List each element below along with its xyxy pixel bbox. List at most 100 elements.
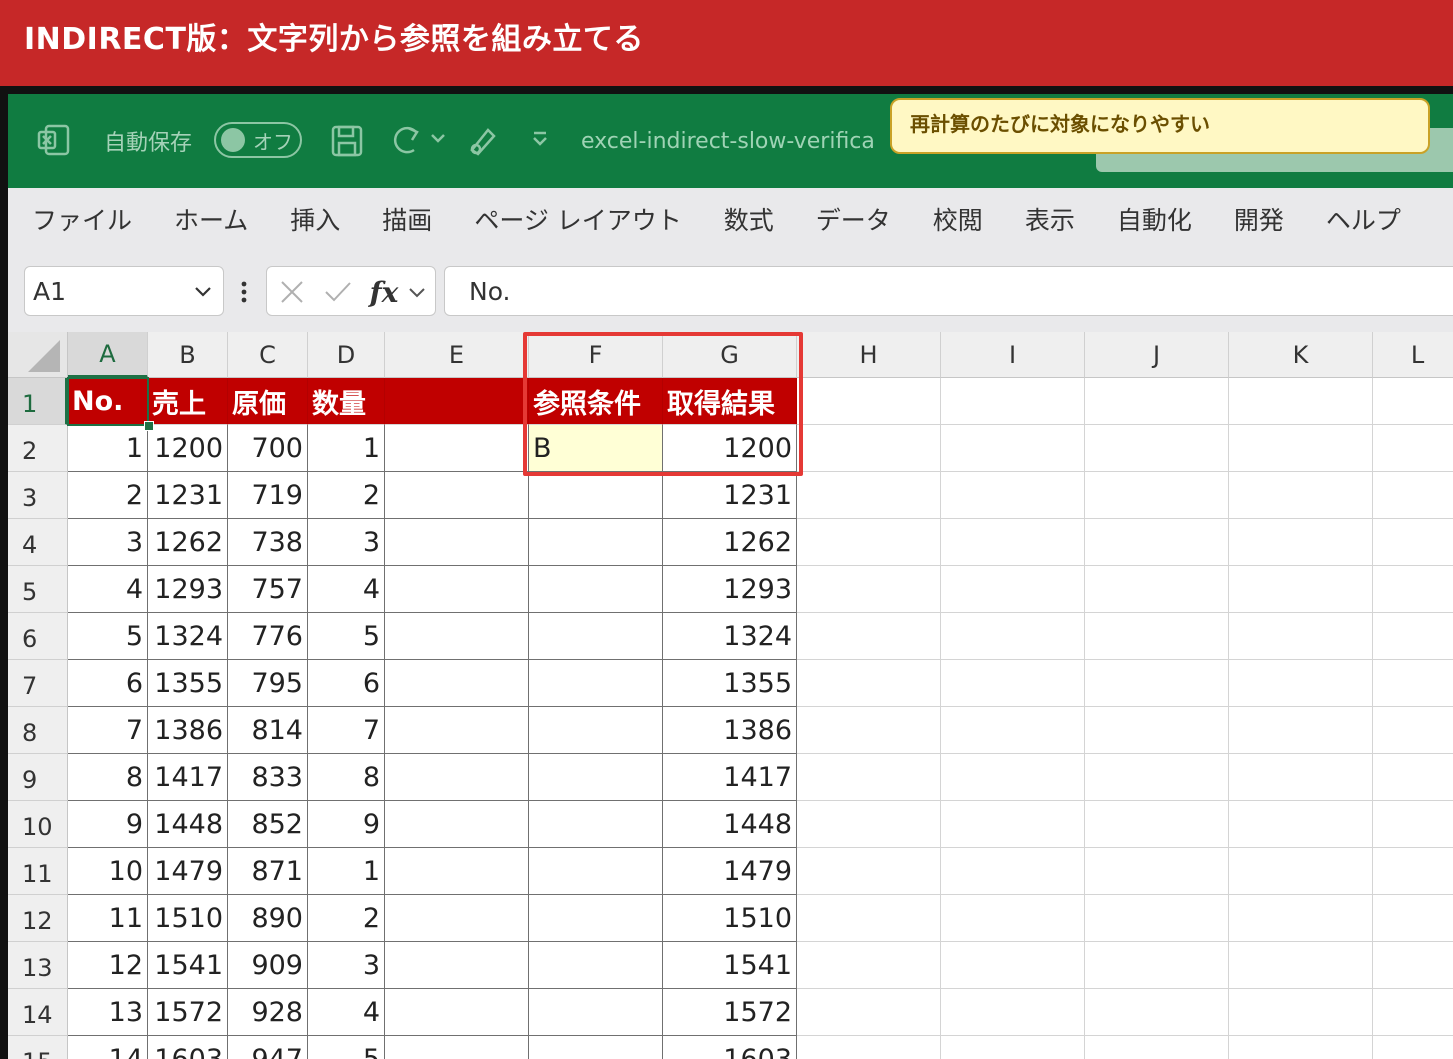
cell-g14[interactable]: 1572	[663, 989, 797, 1036]
cell-b5[interactable]: 1293	[148, 566, 228, 613]
cell-l12[interactable]	[1373, 895, 1453, 942]
cell-a3[interactable]: 2	[68, 472, 148, 519]
cell-h11[interactable]	[797, 848, 941, 895]
cell-e3[interactable]	[385, 472, 529, 519]
cell-f10[interactable]	[529, 801, 663, 848]
cell-j9[interactable]	[1085, 754, 1229, 801]
cell-k1[interactable]	[1229, 378, 1373, 425]
tab-file[interactable]: ファイル	[8, 201, 150, 237]
customize-toolbar-icon[interactable]	[530, 128, 550, 148]
row-header-11[interactable]: 11	[8, 848, 68, 895]
cell-c15[interactable]: 947	[228, 1036, 308, 1059]
cell-l8[interactable]	[1373, 707, 1453, 754]
cell-a4[interactable]: 3	[68, 519, 148, 566]
cell-d5[interactable]: 4	[308, 566, 385, 613]
cell-k12[interactable]	[1229, 895, 1373, 942]
cell-f7[interactable]	[529, 660, 663, 707]
cell-l14[interactable]	[1373, 989, 1453, 1036]
cell-k11[interactable]	[1229, 848, 1373, 895]
row-header-2[interactable]: 2	[8, 425, 68, 472]
row-header-12[interactable]: 12	[8, 895, 68, 942]
cell-d14[interactable]: 4	[308, 989, 385, 1036]
cell-e5[interactable]	[385, 566, 529, 613]
cell-d8[interactable]: 7	[308, 707, 385, 754]
cell-d9[interactable]: 8	[308, 754, 385, 801]
cell-g10[interactable]: 1448	[663, 801, 797, 848]
cell-b6[interactable]: 1324	[148, 613, 228, 660]
cell-l4[interactable]	[1373, 519, 1453, 566]
tab-page-layout[interactable]: ページ レイアウト	[450, 201, 699, 237]
row-header-4[interactable]: 4	[8, 519, 68, 566]
cell-e8[interactable]	[385, 707, 529, 754]
cell-b13[interactable]: 1541	[148, 942, 228, 989]
cell-k13[interactable]	[1229, 942, 1373, 989]
cell-a12[interactable]: 11	[68, 895, 148, 942]
cell-l6[interactable]	[1373, 613, 1453, 660]
cell-g5[interactable]: 1293	[663, 566, 797, 613]
cell-e6[interactable]	[385, 613, 529, 660]
fill-handle[interactable]	[144, 421, 154, 431]
column-header-d[interactable]: D	[308, 332, 385, 378]
cell-b15[interactable]: 1603	[148, 1036, 228, 1059]
cell-i10[interactable]	[941, 801, 1085, 848]
cell-i12[interactable]	[941, 895, 1085, 942]
cell-k6[interactable]	[1229, 613, 1373, 660]
cell-e14[interactable]	[385, 989, 529, 1036]
cell-a8[interactable]: 7	[68, 707, 148, 754]
cell-d4[interactable]: 3	[308, 519, 385, 566]
row-header-7[interactable]: 7	[8, 660, 68, 707]
cell-j4[interactable]	[1085, 519, 1229, 566]
cell-g2[interactable]: 1200	[663, 425, 797, 472]
cell-g6[interactable]: 1324	[663, 613, 797, 660]
name-box[interactable]: A1	[24, 266, 224, 316]
cell-f6[interactable]	[529, 613, 663, 660]
tab-view[interactable]: 表示	[1001, 201, 1093, 237]
cell-d13[interactable]: 3	[308, 942, 385, 989]
cell-k3[interactable]	[1229, 472, 1373, 519]
cell-c9[interactable]: 833	[228, 754, 308, 801]
cell-f9[interactable]	[529, 754, 663, 801]
cell-i11[interactable]	[941, 848, 1085, 895]
cell-b10[interactable]: 1448	[148, 801, 228, 848]
row-header-3[interactable]: 3	[8, 472, 68, 519]
tab-review[interactable]: 校閲	[909, 201, 1001, 237]
cell-g3[interactable]: 1231	[663, 472, 797, 519]
cell-f1[interactable]: 参照条件	[529, 378, 663, 425]
cell-h14[interactable]	[797, 989, 941, 1036]
cell-k2[interactable]	[1229, 425, 1373, 472]
cell-i15[interactable]	[941, 1036, 1085, 1059]
cell-l15[interactable]	[1373, 1036, 1453, 1059]
cell-j3[interactable]	[1085, 472, 1229, 519]
cell-f5[interactable]	[529, 566, 663, 613]
cell-j12[interactable]	[1085, 895, 1229, 942]
cell-e4[interactable]	[385, 519, 529, 566]
cell-h8[interactable]	[797, 707, 941, 754]
cell-d11[interactable]: 1	[308, 848, 385, 895]
column-header-j[interactable]: J	[1085, 332, 1229, 378]
cell-c14[interactable]: 928	[228, 989, 308, 1036]
cell-k10[interactable]	[1229, 801, 1373, 848]
cell-k14[interactable]	[1229, 989, 1373, 1036]
row-header-1[interactable]: 1	[8, 378, 68, 425]
cell-l1[interactable]	[1373, 378, 1453, 425]
row-header-9[interactable]: 9	[8, 754, 68, 801]
cell-i6[interactable]	[941, 613, 1085, 660]
cell-e13[interactable]	[385, 942, 529, 989]
cell-d10[interactable]: 9	[308, 801, 385, 848]
cell-e7[interactable]	[385, 660, 529, 707]
cell-h15[interactable]	[797, 1036, 941, 1059]
column-header-k[interactable]: K	[1229, 332, 1373, 378]
cell-l9[interactable]	[1373, 754, 1453, 801]
cell-f12[interactable]	[529, 895, 663, 942]
cell-h1[interactable]	[797, 378, 941, 425]
cell-c3[interactable]: 719	[228, 472, 308, 519]
cell-l10[interactable]	[1373, 801, 1453, 848]
format-painter-icon[interactable]	[464, 122, 500, 158]
cell-a9[interactable]: 8	[68, 754, 148, 801]
cell-a5[interactable]: 4	[68, 566, 148, 613]
cell-i4[interactable]	[941, 519, 1085, 566]
cell-h4[interactable]	[797, 519, 941, 566]
cell-i3[interactable]	[941, 472, 1085, 519]
cell-i8[interactable]	[941, 707, 1085, 754]
cell-c10[interactable]: 852	[228, 801, 308, 848]
